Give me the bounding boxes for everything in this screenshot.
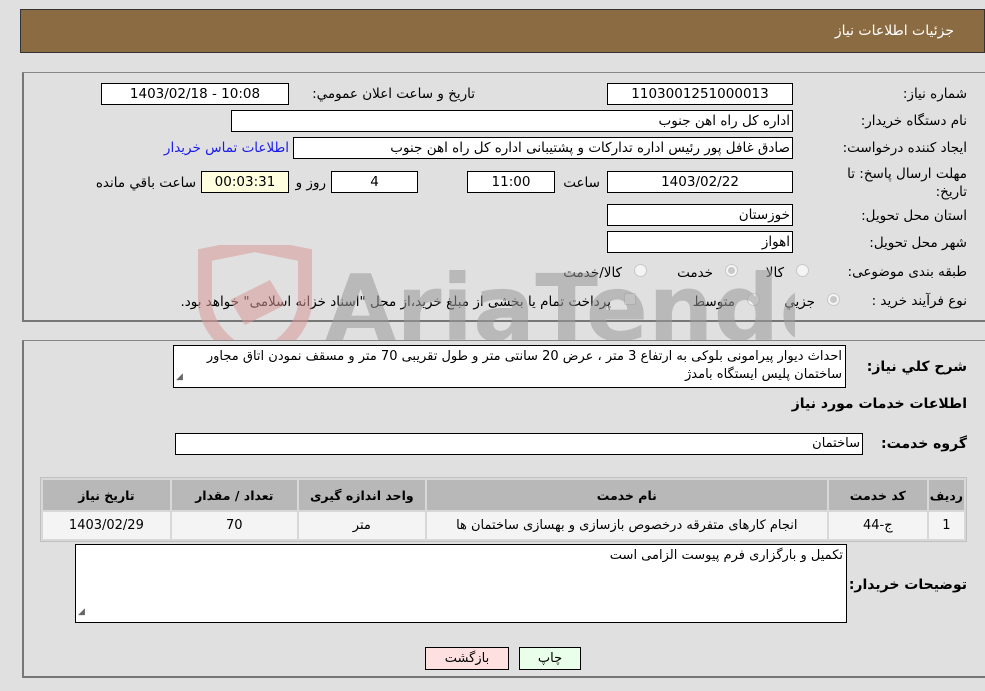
cell-row-number: 1: [928, 512, 964, 539]
buyer-org-field[interactable]: اداره کل راه اهن جنوب: [231, 110, 793, 132]
need-number-label: شماره نیاز:: [902, 86, 967, 102]
requester-field[interactable]: صادق غافل پور رئیس اداره تدارکات و پشتیب…: [293, 137, 793, 159]
category-option-service: خدمت: [677, 265, 713, 281]
province-field[interactable]: خوزستان: [607, 204, 793, 226]
cell-service-name: انجام کارهای متفرقه درخصوص بازسازی و بهس…: [426, 512, 827, 539]
resize-handle-icon[interactable]: ◢: [78, 603, 85, 621]
table-header-row: ردیف کد خدمت نام خدمت واحد اندازه گیری ت…: [43, 480, 964, 510]
city-label: شهر محل تحویل:: [869, 235, 967, 251]
time-remaining-field: 00:03:31: [201, 171, 289, 193]
time-remaining-label: ساعت باقي مانده: [95, 175, 196, 191]
days-remaining-field[interactable]: 4: [331, 171, 418, 193]
deadline-label: مهلت ارسال پاسخ: تا تاریخ:: [847, 166, 967, 200]
description-text: احداث دیوار پیرامونی بلوکی به ارتفاع 3 م…: [206, 349, 842, 382]
process-option-minor: جزيي: [784, 294, 815, 310]
cell-unit: متر: [298, 512, 425, 539]
col-header-need-date: تاریخ نیاز: [43, 480, 170, 510]
deadline-time-label: ساعت: [563, 175, 600, 191]
description-label: شرح کلي نیاز:: [866, 359, 967, 375]
col-header-row-number: ردیف: [928, 480, 964, 510]
service-group-field[interactable]: ساختمان: [175, 433, 863, 455]
col-header-quantity: تعداد / مقدار: [171, 480, 297, 510]
deadline-date-field[interactable]: 1403/02/22: [607, 171, 793, 193]
process-option-medium: متوسط: [692, 294, 735, 310]
buyer-notes-text: تکمیل و بارگزاری فرم پیوست الزامی است: [609, 548, 843, 563]
services-table: ردیف کد خدمت نام خدمت واحد اندازه گیری ت…: [40, 477, 967, 542]
province-label: استان محل تحویل:: [861, 208, 967, 224]
city-field[interactable]: اهواز: [607, 231, 793, 253]
col-header-unit: واحد اندازه گیری: [298, 480, 425, 510]
resize-handle-icon[interactable]: ◢: [176, 368, 183, 386]
process-radio-minor[interactable]: [827, 293, 840, 306]
buyer-notes-field[interactable]: تکمیل و بارگزاری فرم پیوست الزامی است ◢: [75, 544, 847, 623]
treasury-note: پرداخت تمام یا بخشی از مبلغ خرید،از محل …: [180, 294, 611, 310]
page-header: جزئیات اطلاعات نیاز: [20, 9, 985, 53]
page-title: جزئیات اطلاعات نیاز: [834, 23, 954, 39]
col-header-service-name: نام خدمت: [426, 480, 827, 510]
back-button[interactable]: بازگشت: [425, 647, 509, 670]
process-label: نوع فرآیند خرید :: [871, 293, 967, 309]
announce-datetime-field[interactable]: 1403/02/18 - 10:08: [101, 83, 289, 105]
process-radio-medium[interactable]: [747, 293, 760, 306]
buyer-notes-label: توضیحات خریدار:: [848, 577, 967, 593]
description-field[interactable]: احداث دیوار پیرامونی بلوکی به ارتفاع 3 م…: [173, 345, 846, 388]
category-option-goods: کالا: [765, 265, 784, 281]
category-label: طبقه بندی موضوعی:: [847, 264, 967, 280]
buyer-org-label: نام دستگاه خریدار:: [860, 113, 967, 129]
service-group-label: گروه خدمت:: [881, 436, 967, 452]
col-header-service-code: کد خدمت: [828, 480, 927, 510]
category-radio-service[interactable]: [725, 264, 738, 277]
announce-datetime-label: تاریخ و ساعت اعلان عمومي:: [312, 86, 475, 102]
need-number-field[interactable]: 1103001251000013: [607, 83, 793, 105]
treasury-checkbox[interactable]: [624, 293, 636, 305]
cell-need-date: 1403/02/29: [43, 512, 170, 539]
deadline-time-field[interactable]: 11:00: [467, 171, 555, 193]
cell-service-code: ج-44: [828, 512, 927, 539]
requester-label: ایجاد کننده درخواست:: [842, 140, 967, 156]
category-radio-goods[interactable]: [796, 264, 809, 277]
category-radio-goods-service[interactable]: [634, 264, 647, 277]
category-option-goods-service: کالا/خدمت: [563, 265, 622, 281]
buyer-contact-link[interactable]: اطلاعات تماس خریدار: [164, 140, 289, 156]
days-label: روز و: [295, 175, 326, 191]
table-row: 1 ج-44 انجام کارهای متفرقه درخصوص بازساز…: [43, 512, 964, 539]
print-button[interactable]: چاپ: [519, 647, 581, 670]
cell-quantity: 70: [171, 512, 297, 539]
services-section-title: اطلاعات خدمات مورد نیاز: [791, 396, 967, 412]
